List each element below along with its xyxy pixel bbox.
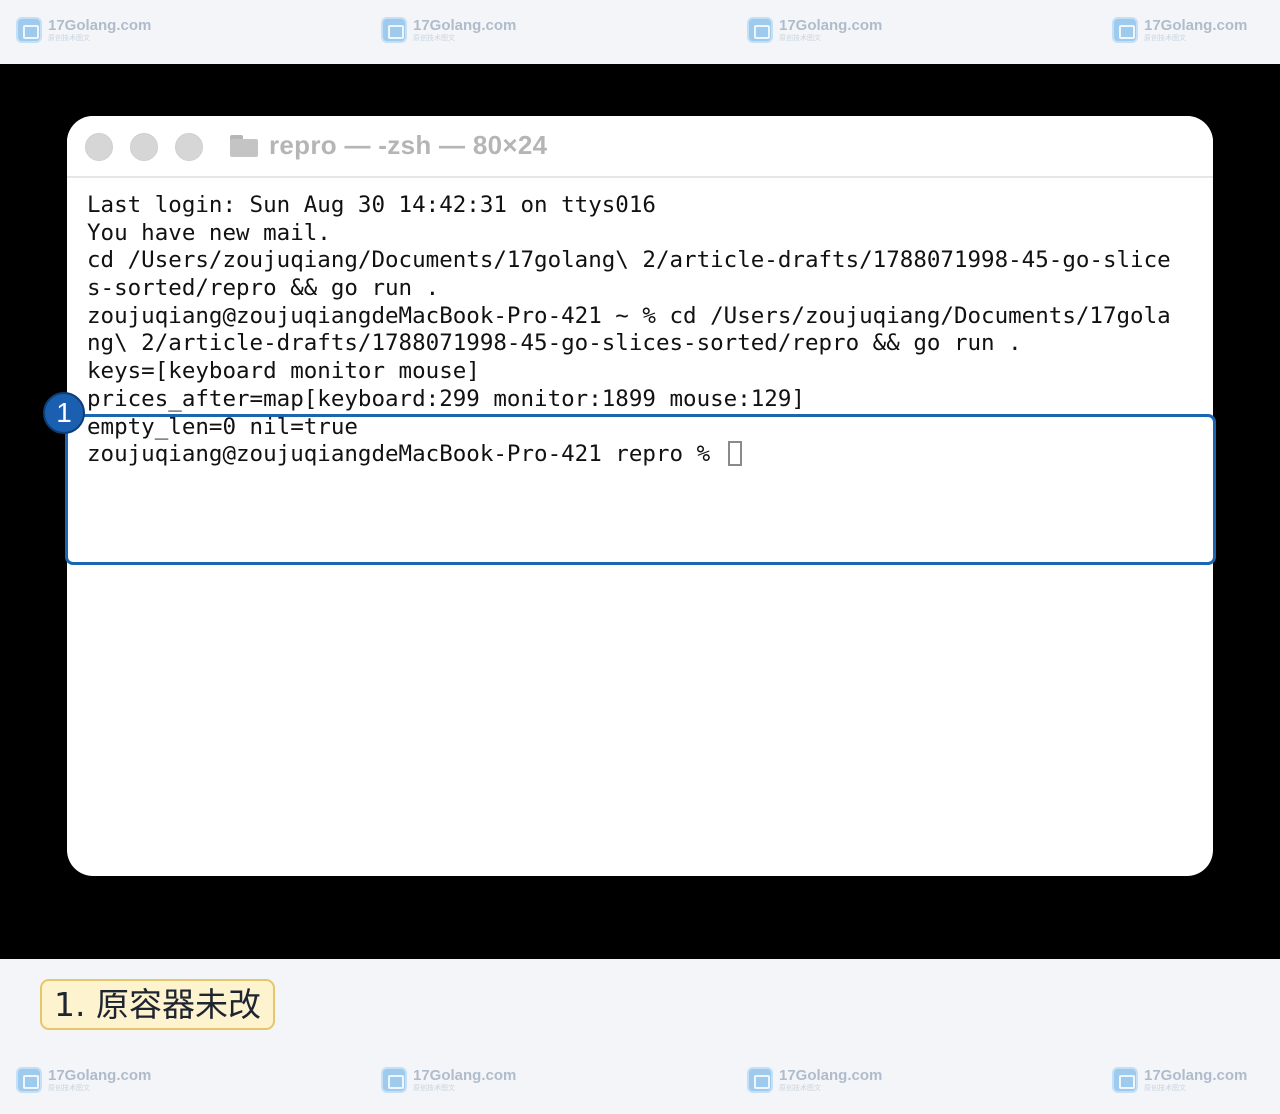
watermark: 17Golang.com 原创技术图文 (1112, 17, 1247, 43)
watermark: 17Golang.com 原创技术图文 (381, 1067, 516, 1093)
terminal-line: zoujuqiang@zoujuqiangdeMacBook-Pro-421 ~… (87, 302, 1171, 329)
window-title: repro — -zsh — 80×24 (269, 130, 548, 160)
watermark-sub: 原创技术图文 (1144, 35, 1186, 42)
watermark-name: 17Golang.com (48, 17, 152, 34)
watermark-logo-icon (381, 1067, 407, 1093)
folder-icon (230, 135, 260, 157)
watermark-name: 17Golang.com (779, 1067, 883, 1084)
watermark-name: 17Golang.com (1144, 17, 1248, 34)
terminal-line: Last login: Sun Aug 30 14:42:31 on ttys0… (87, 192, 656, 218)
watermark: 17Golang.com 原创技术图文 (381, 17, 516, 43)
watermark-logo-icon (381, 17, 407, 43)
close-window-button[interactable] (85, 133, 113, 161)
watermark: 17Golang.com 原创技术图文 (747, 1067, 882, 1093)
watermark-name: 17Golang.com (1144, 1067, 1248, 1084)
watermark-logo-icon (1112, 1067, 1138, 1093)
watermark-sub: 原创技术图文 (1144, 1085, 1186, 1092)
terminal-line: s-sorted/repro && go run . (87, 275, 440, 302)
terminal-line: ng\ 2/article-drafts/1788071998-45-go-sl… (87, 330, 1022, 357)
zoom-window-button[interactable] (175, 133, 203, 161)
watermark-logo-icon (747, 1067, 773, 1093)
watermark: 17Golang.com 原创技术图文 (747, 17, 882, 43)
watermark-sub: 原创技术图文 (48, 35, 90, 42)
watermark: 17Golang.com 原创技术图文 (16, 1067, 151, 1093)
terminal-line: prices_after=map[keyboard:299 monitor:18… (87, 385, 805, 412)
watermark-logo-icon (16, 1067, 42, 1093)
watermark-logo-icon (1112, 17, 1138, 43)
watermark-bar-bottom: 17Golang.com 原创技术图文 17Golang.com 原创技术图文 17… (0, 1054, 1280, 1114)
watermark-sub: 原创技术图文 (48, 1085, 90, 1092)
watermark-sub: 原创技术图文 (779, 1085, 821, 1092)
watermark-sub: 原创技术图文 (779, 35, 821, 42)
terminal-line: You have new mail. (87, 219, 331, 246)
watermark-name: 17Golang.com (413, 17, 517, 34)
terminal-line: keys=[keyboard monitor mouse] (87, 358, 480, 385)
highlight-box (65, 414, 1216, 565)
watermark-sub: 原创技术图文 (413, 35, 455, 42)
minimize-window-button[interactable] (130, 133, 158, 161)
watermark-name: 17Golang.com (779, 17, 883, 34)
title-bar[interactable]: repro — -zsh — 80×24 (67, 116, 1213, 178)
watermark-bar-top: 17Golang.com 原创技术图文 17Golang.com 原创技术图文 17… (0, 0, 1280, 64)
caption-label: 1. 原容器未改 (40, 979, 275, 1030)
watermark-logo-icon (747, 17, 773, 43)
watermark: 17Golang.com 原创技术图文 (16, 17, 151, 43)
watermark-name: 17Golang.com (48, 1067, 152, 1084)
annotation-badge: 1 (43, 392, 85, 434)
watermark: 17Golang.com 原创技术图文 (1112, 1067, 1247, 1093)
watermark-sub: 原创技术图文 (413, 1085, 455, 1092)
watermark-logo-icon (16, 17, 42, 43)
terminal-line: cd /Users/zoujuqiang/Documents/17golang\… (87, 247, 1171, 274)
watermark-name: 17Golang.com (413, 1067, 517, 1084)
